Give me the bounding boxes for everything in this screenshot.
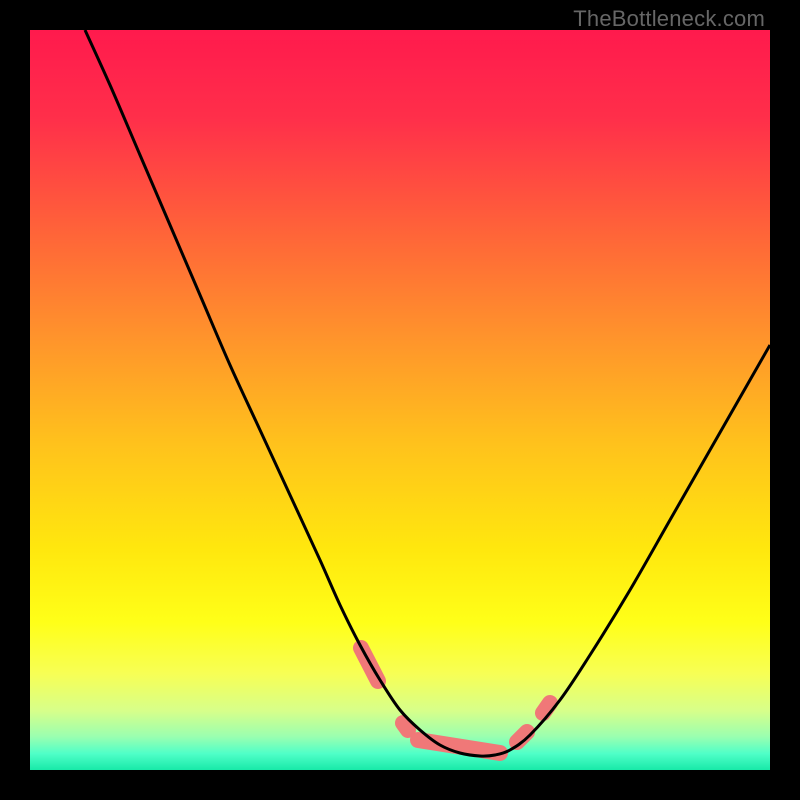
watermark-text: TheBottleneck.com xyxy=(573,6,765,32)
highlight-segment xyxy=(418,740,500,753)
highlight-segment xyxy=(403,723,408,730)
highlight-group xyxy=(361,648,550,753)
highlight-segment xyxy=(543,703,550,713)
outer-frame: TheBottleneck.com xyxy=(0,0,800,800)
curve-layer xyxy=(30,30,770,770)
plot-area xyxy=(30,30,770,770)
bottleneck-curve xyxy=(85,30,770,756)
